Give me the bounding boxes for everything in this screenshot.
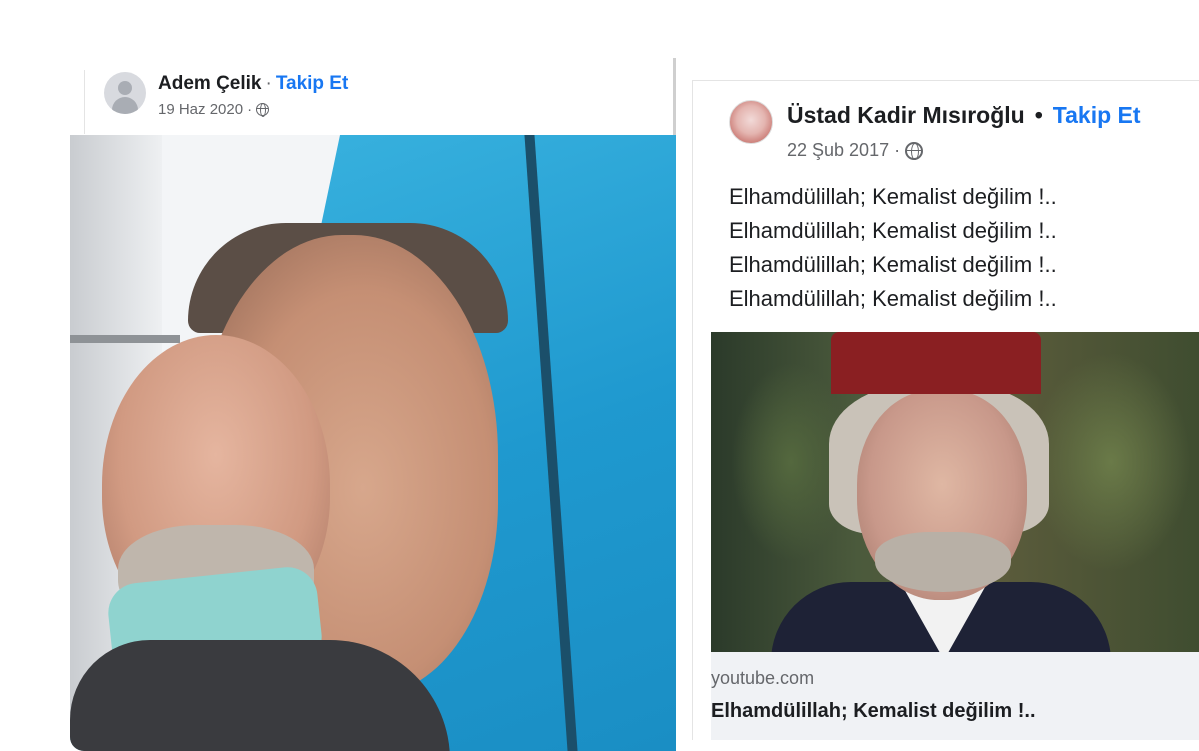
name-separator: • [1034, 102, 1043, 128]
author-avatar[interactable] [729, 100, 773, 144]
left-follow-button[interactable]: Takip Et [276, 73, 349, 94]
link-preview-card[interactable]: youtube.com Elhamdülillah; Kemalist deği… [711, 652, 1199, 740]
left-post-author-row: Adem Çelik · Takip Et [158, 73, 348, 95]
right-post-date[interactable]: 22 Şub 2017 [787, 140, 889, 161]
link-domain: youtube.com [711, 668, 815, 688]
link-title[interactable]: Elhamdülillah; Kemalist değilim !.. [711, 700, 1036, 723]
name-separator: · [265, 73, 272, 94]
screenshot-edge-divider [673, 58, 676, 138]
post-top-divider [693, 80, 1199, 81]
right-follow-button[interactable]: Takip Et [1053, 102, 1141, 128]
right-post-author-row: Üstad Kadir Mısıroğlu • Takip Et [787, 102, 1141, 129]
post-text-line: Elhamdülillah; Kemalist değilim !.. [729, 184, 1057, 209]
right-post-author-name[interactable]: Üstad Kadir Mısıroğlu [787, 102, 1025, 128]
left-post-author-name[interactable]: Adem Çelik [158, 73, 261, 94]
date-separator: · [894, 140, 901, 160]
right-post: Üstad Kadir Mısıroğlu • Takip Et 22 Şub 20… [692, 80, 1199, 740]
post-text-line: Elhamdülillah; Kemalist değilim !.. [729, 218, 1057, 243]
right-post-meta: 22 Şub 2017 · [787, 140, 924, 161]
left-post-photo[interactable] [70, 135, 676, 751]
date-separator: · [247, 101, 253, 118]
globe-icon [905, 141, 924, 160]
post-text-line: Elhamdülillah; Kemalist değilim !.. [729, 286, 1057, 311]
video-thumbnail[interactable] [711, 332, 1199, 652]
left-post: Adem Çelik · Takip Et 19 Haz 2020 · [70, 58, 676, 751]
globe-icon [256, 103, 270, 117]
left-post-meta: 19 Haz 2020 · [158, 101, 270, 118]
header-divider [84, 70, 85, 134]
left-post-date[interactable]: 19 Haz 2020 [158, 101, 243, 118]
default-avatar-icon[interactable] [104, 72, 146, 114]
post-text-line: Elhamdülillah; Kemalist değilim !.. [729, 252, 1057, 277]
post-text: Elhamdülillah; Kemalist değilim !.. Elha… [729, 180, 1189, 316]
